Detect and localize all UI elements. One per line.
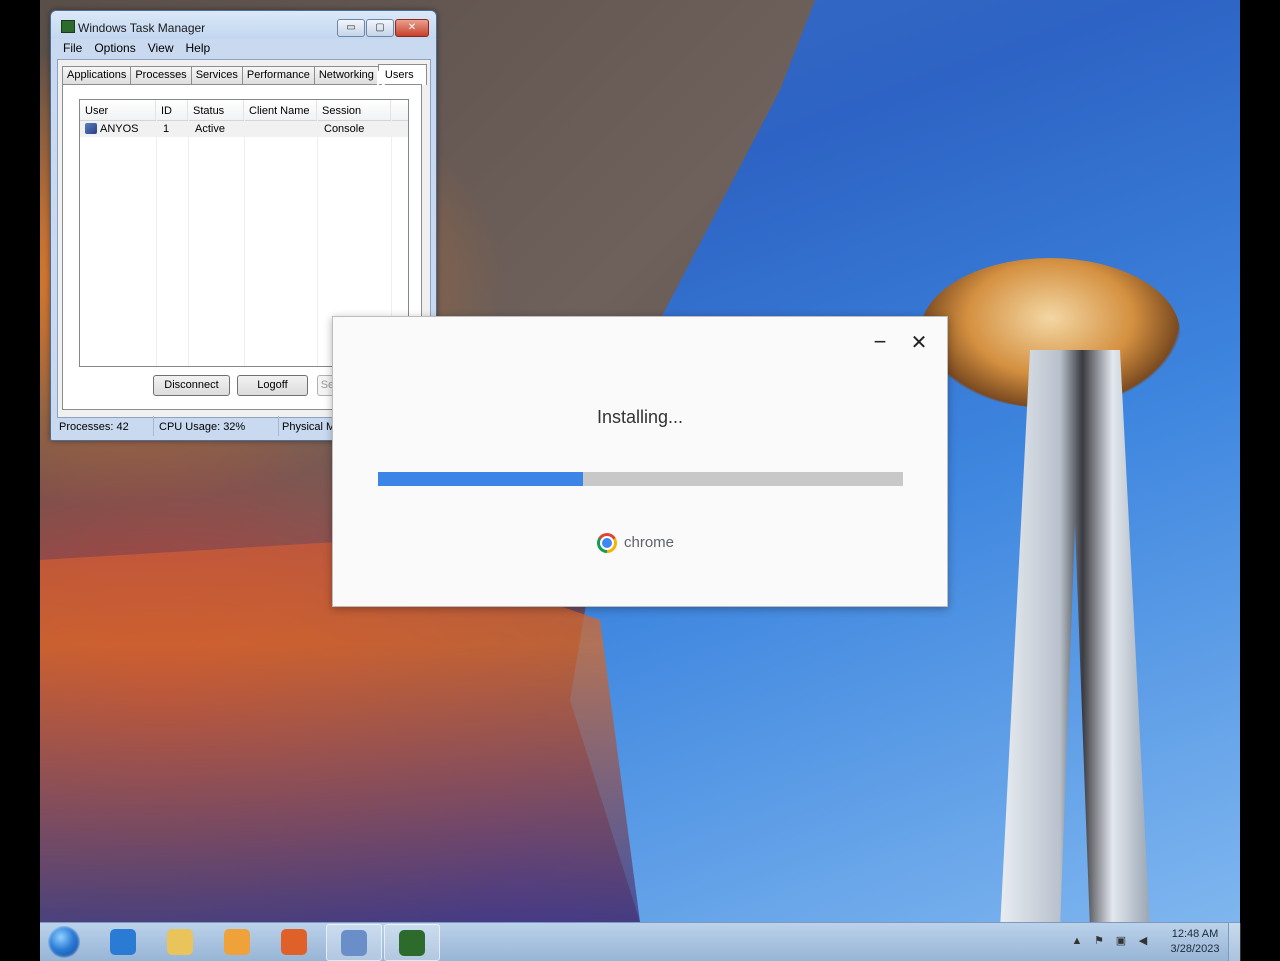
start-button[interactable] (48, 926, 80, 958)
menu-file[interactable]: File (57, 41, 88, 55)
cell-client-name (246, 121, 317, 137)
taskbar-button-task-manager[interactable] (384, 924, 440, 961)
internet-explorer-icon (110, 929, 136, 955)
volume-icon[interactable]: ◀ (1136, 935, 1150, 947)
status-processes: Processes: 42 (57, 416, 154, 436)
maximize-button[interactable]: ▢ (366, 19, 394, 37)
installer-icon (341, 930, 367, 956)
task-manager-icon (399, 930, 425, 956)
menu-bar: File Options View Help (57, 41, 430, 57)
column-header-client-name[interactable]: Client Name (244, 100, 317, 120)
firefox-icon (281, 929, 307, 955)
menu-help[interactable]: Help (180, 41, 217, 55)
column-header-session[interactable]: Session (317, 100, 391, 120)
action-center-flag-icon[interactable]: ⚑ (1092, 935, 1106, 947)
wallpaper-space-needle-stem (1000, 350, 1150, 922)
window-title: Windows Task Manager (78, 21, 206, 35)
cell-id: 1 (163, 123, 170, 135)
tab-users[interactable]: Users (377, 64, 427, 85)
task-manager-app-icon (61, 20, 75, 33)
tab-networking[interactable]: Networking (313, 66, 379, 84)
chrome-logo-icon (597, 533, 617, 553)
media-player-icon (224, 929, 250, 955)
user-icon (85, 123, 97, 134)
tab-services[interactable]: Services (190, 66, 243, 84)
taskbar-button-internet-explorer[interactable] (96, 924, 150, 959)
task-manager-titlebar[interactable]: Windows Task Manager ▭ ▢ ✕ (51, 11, 436, 39)
menu-options[interactable]: Options (88, 41, 141, 55)
clock-time: 12:48 AM (1171, 928, 1219, 940)
tab-processes[interactable]: Processes (130, 66, 192, 84)
tab-performance[interactable]: Performance (241, 66, 315, 84)
taskbar-button-installer[interactable] (326, 924, 382, 961)
show-hidden-icons-icon[interactable]: ▲ (1070, 935, 1084, 947)
close-button[interactable]: ✕ (395, 19, 429, 37)
tab-strip: Applications Processes Services Performance… (62, 63, 427, 85)
logoff-button[interactable]: Logoff (237, 375, 308, 396)
installer-minimize-button[interactable]: − (870, 331, 890, 353)
cell-user-text: ANYOS (100, 123, 139, 135)
grid-line (244, 120, 245, 366)
grid-line (188, 120, 189, 366)
column-header-status[interactable]: Status (188, 100, 244, 120)
cell-status: Active (195, 123, 225, 135)
chrome-brand-name: chrome (624, 534, 675, 551)
install-progress-bar (378, 472, 903, 486)
taskbar: ▲ ⚑ ▣ ◀ 12:48 AM 3/28/2023 (40, 922, 1241, 961)
minimize-button[interactable]: ▭ (337, 19, 365, 37)
menu-view[interactable]: View (142, 41, 180, 55)
install-progress-fill (378, 472, 583, 486)
grid-line (317, 120, 318, 366)
clock-date: 3/28/2023 (1170, 943, 1220, 955)
column-header-user[interactable]: User (80, 100, 156, 120)
install-status-text: Installing... (596, 407, 684, 427)
cell-session: Console (324, 123, 365, 135)
windows-explorer-icon (167, 929, 193, 955)
taskbar-button-firefox[interactable] (267, 924, 321, 959)
network-icon[interactable]: ▣ (1114, 935, 1128, 947)
chrome-installer-window: − ✕ Installing... chrome (332, 316, 948, 607)
column-header-id[interactable]: ID (156, 100, 188, 120)
table-row[interactable]: ANYOS 1 Active Console (80, 121, 408, 137)
disconnect-button[interactable]: Disconnect (153, 375, 230, 396)
tab-applications[interactable]: Applications (62, 66, 132, 84)
clock[interactable]: 12:48 AM 3/28/2023 (1160, 927, 1230, 957)
status-cpu-usage: CPU Usage: 32% (157, 416, 279, 436)
installer-close-button[interactable]: ✕ (909, 333, 929, 353)
taskbar-button-media-player[interactable] (210, 924, 264, 959)
taskbar-button-windows-explorer[interactable] (153, 924, 207, 959)
show-desktop-button[interactable] (1228, 923, 1241, 961)
cell-user: ANYOS (80, 121, 156, 137)
grid-line (156, 120, 157, 366)
users-list-header: User ID Status Client Name Session (80, 100, 408, 121)
